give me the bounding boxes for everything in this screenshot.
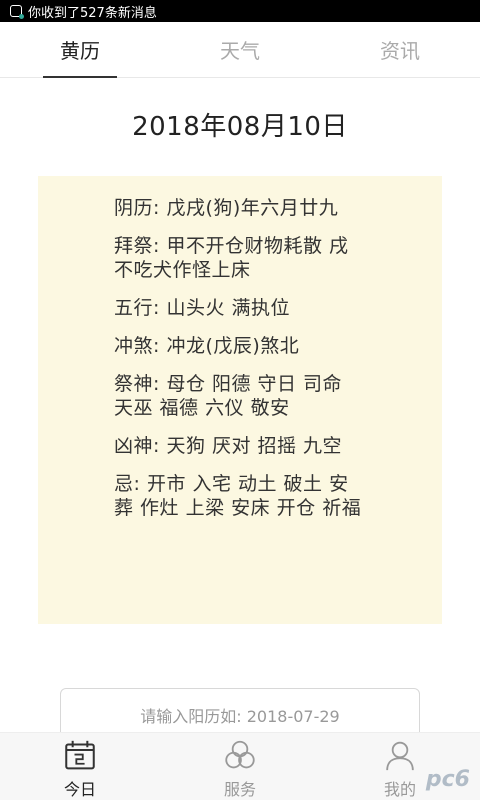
date-input[interactable]	[61, 689, 419, 726]
tab-news[interactable]: 资讯	[320, 22, 480, 77]
tab-almanac[interactable]: 黄历	[0, 22, 160, 77]
watermark-logo: pc6	[425, 767, 470, 792]
almanac-worship: 拜祭: 甲不开仓财物耗散 戌不吃犬作怪上床	[114, 235, 349, 281]
calendar-icon	[65, 740, 95, 770]
notification-icon	[10, 5, 24, 19]
almanac-lunar: 阴历: 戊戌(狗)年六月廿九	[114, 197, 339, 219]
nav-mine-label: 我的	[383, 780, 416, 799]
almanac-evil-gods: 凶神: 天狗 厌对 招摇 九空	[114, 435, 343, 457]
almanac-avoid: 忌: 开市 入宅 动土 破土 安葬 作灶 上梁 安床 开仓 祈福	[114, 473, 362, 519]
top-tabs: 黄历 天气 资讯	[0, 22, 480, 78]
person-icon	[386, 741, 414, 771]
nav-services[interactable]: 服务	[160, 733, 320, 800]
tab-weather[interactable]: 天气	[160, 22, 320, 77]
date-title: 2018年08月10日	[132, 112, 348, 142]
tab-almanac-label: 黄历	[60, 39, 100, 63]
almanac-clash: 冲煞: 冲龙(戊辰)煞北	[114, 335, 300, 357]
almanac-five-elements: 五行: 山头火 满执位	[114, 297, 290, 319]
nav-today[interactable]: 今日	[0, 733, 160, 800]
tab-weather-label: 天气	[220, 39, 260, 63]
status-notification-text: 你收到了527条新消息	[28, 5, 157, 21]
tab-news-label: 资讯	[380, 39, 420, 63]
rings-icon	[225, 740, 255, 769]
bottom-nav: 今日 服务 我的	[0, 732, 480, 800]
status-bar: 你收到了527条新消息	[0, 0, 480, 22]
nav-services-label: 服务	[223, 780, 256, 799]
almanac-card: 阴历: 戊戌(狗)年六月廿九 拜祭: 甲不开仓财物耗散 戌不吃犬作怪上床 五行:…	[38, 176, 442, 624]
nav-today-label: 今日	[63, 780, 96, 799]
almanac-lucky-gods: 祭神: 母仓 阳德 守日 司命 天巫 福德 六仪 敬安	[114, 373, 343, 419]
